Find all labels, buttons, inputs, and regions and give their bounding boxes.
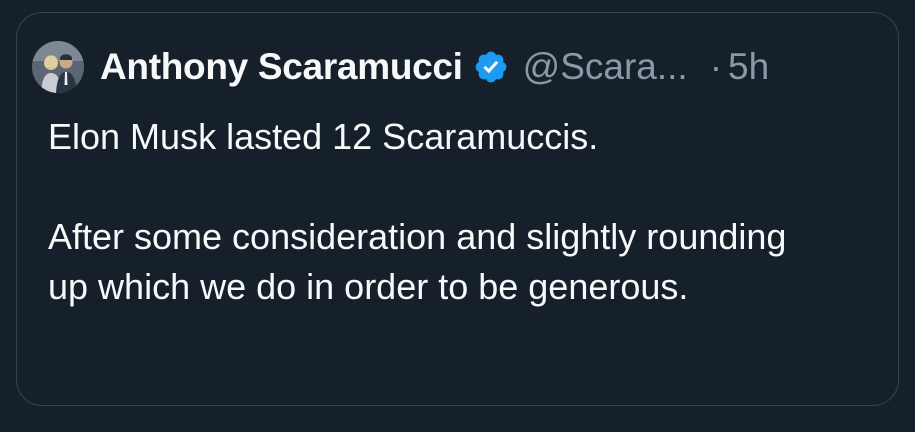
separator-dot: · <box>709 46 723 87</box>
verified-badge-icon[interactable] <box>473 49 509 85</box>
tweet-header: Anthony Scaramucci @Scara... · 5h <box>32 38 769 96</box>
tweet-text: Elon Musk lasted 12 Scaramuccis. After s… <box>48 112 878 312</box>
avatar-photo-icon[interactable] <box>32 41 84 93</box>
tweet-paragraph: After some consideration and slightly ro… <box>48 216 787 307</box>
tweet-paragraph: Elon Musk lasted 12 Scaramuccis. <box>48 116 599 157</box>
author-handle[interactable]: @Scara... <box>523 46 688 88</box>
author-display-name[interactable]: Anthony Scaramucci <box>100 46 463 88</box>
tweet-timestamp[interactable]: 5h <box>728 46 769 88</box>
